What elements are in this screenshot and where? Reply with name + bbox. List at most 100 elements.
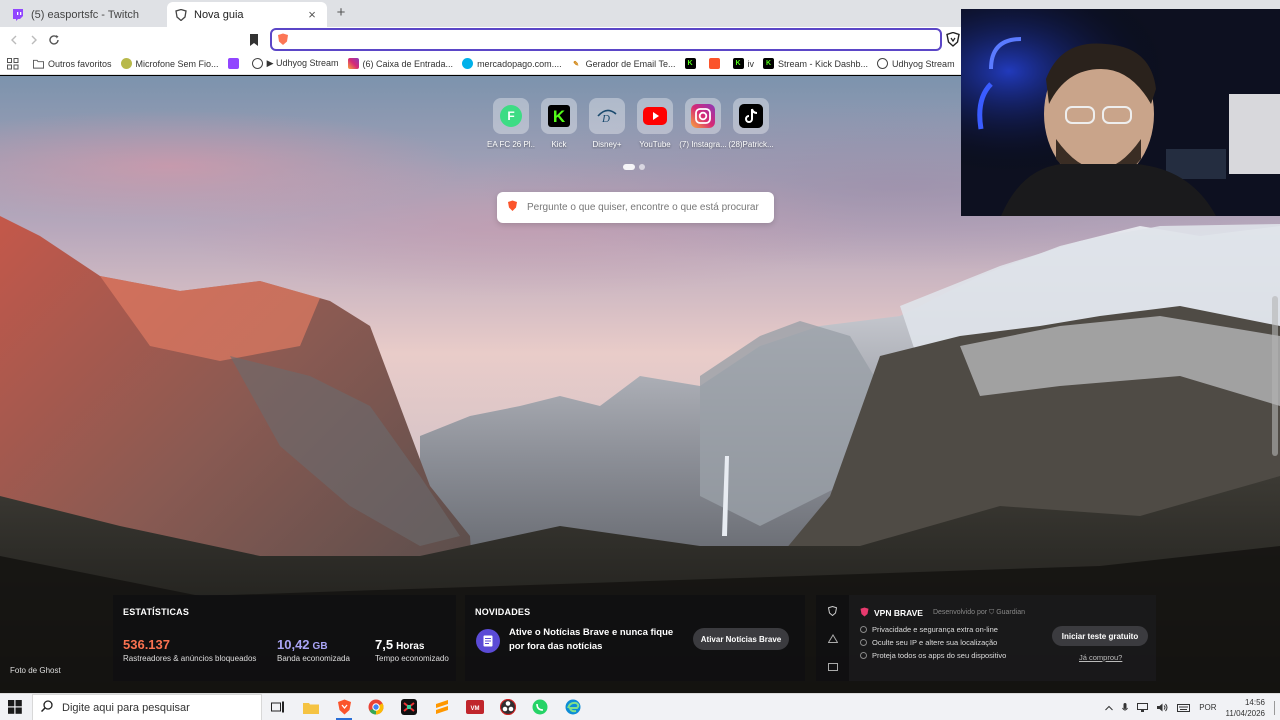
mercadopago-icon <box>462 58 474 69</box>
ntp-search-box[interactable]: Pergunte o que quiser, encontre o que es… <box>497 192 774 223</box>
top-sites-pagination[interactable] <box>623 164 649 170</box>
vpn-already-purchased-link[interactable]: Já comprou? <box>1079 653 1122 662</box>
bookmark-label: Microfone Sem Fio... <box>135 58 219 69</box>
kick-icon: K <box>732 58 744 69</box>
sublime-icon[interactable] <box>433 698 451 716</box>
stat-bandwidth-saved: 10,42 GB Banda economizada <box>277 637 350 663</box>
chrome-icon[interactable] <box>367 698 385 716</box>
photo-credit[interactable]: Foto de Ghost <box>10 666 61 675</box>
vpn-feature-text: Privacidade e segurança extra on-line <box>872 625 998 634</box>
bookmark-brave[interactable] <box>708 58 724 69</box>
bookmark-label: Udhyog Stream <box>892 58 955 69</box>
windows-taskbar: Digite aqui para pesquisar VM POR 14:56 <box>0 693 1280 720</box>
check-icon <box>860 626 867 633</box>
notifications-icon[interactable] <box>1274 700 1277 715</box>
kick-icon: K <box>763 58 774 69</box>
bookmark-kick-1[interactable]: K <box>684 58 700 69</box>
bookmark-icon[interactable] <box>246 32 262 48</box>
close-tab-icon[interactable]: × <box>305 7 319 22</box>
address-bar[interactable] <box>270 28 942 51</box>
bookmark-label: Gerador de Email Te... <box>585 58 676 69</box>
stat-label: Rastreadores & anúncios bloqueados <box>123 654 257 663</box>
volume-icon[interactable] <box>1157 703 1168 712</box>
vpn-widget: VPN BRAVE Desenvolvido por ⛉ Guardian Pr… <box>849 595 1156 681</box>
vpn-title: VPN BRAVE <box>874 608 923 618</box>
network-icon[interactable] <box>1137 703 1149 712</box>
disney-icon: D <box>589 98 625 134</box>
edge-icon[interactable] <box>564 698 582 716</box>
top-site-eafc[interactable]: F EA FC 26 Pl... <box>487 98 535 149</box>
pen-icon: ✎ <box>570 58 582 69</box>
vpn-provider: Guardian <box>996 609 1025 616</box>
youtube-icon <box>637 98 673 134</box>
clock-time: 14:56 <box>1244 697 1265 707</box>
bookmark-label: Outros favoritos <box>48 58 112 69</box>
stat-unit: Horas <box>396 641 425 652</box>
bookmark-twitch[interactable] <box>227 58 243 69</box>
tab-new-tab[interactable]: Nova guia × <box>167 2 327 27</box>
bookmark-kick-iv[interactable]: K iv <box>732 58 755 69</box>
bookmark-label: mercadopago.com.... <box>477 58 562 69</box>
reload-button[interactable] <box>46 32 62 48</box>
bookmark-microfone[interactable]: Microfone Sem Fio... <box>120 58 219 69</box>
task-view-icon[interactable] <box>269 698 287 716</box>
check-icon <box>860 639 867 646</box>
top-sites: F EA FC 26 Pl... K Kick D Disney+ YouTub… <box>487 98 775 149</box>
bookmark-udhyog-stream-2[interactable]: Udhyog Stream <box>877 58 955 69</box>
bookmark-mercadopago[interactable]: mercadopago.com.... <box>462 58 562 69</box>
taskbar-search-box[interactable]: Digite aqui para pesquisar <box>32 694 262 720</box>
vpn-trial-button[interactable]: Iniciar teste gratuito <box>1052 626 1148 646</box>
bookmark-kick-dashboard[interactable]: K Stream - Kick Dashb... <box>763 58 868 69</box>
new-tab-button[interactable]: + <box>333 5 349 21</box>
top-site-youtube[interactable]: YouTube <box>631 98 679 149</box>
file-explorer-icon[interactable] <box>302 698 320 716</box>
bookmark-label: iv <box>747 58 755 69</box>
top-site-label: (28)Patrick... <box>728 140 774 149</box>
tiktok-icon <box>733 98 769 134</box>
bookmark-caixa-entrada[interactable]: (6) Caixa de Entrada... <box>347 58 454 69</box>
bookmark-outros-favoritos[interactable]: Outros favoritos <box>33 58 112 69</box>
search-placeholder: Pergunte o que quiser, encontre o que es… <box>527 202 759 213</box>
mountain-icon[interactable] <box>827 633 838 644</box>
chevron-up-icon[interactable] <box>1105 705 1114 711</box>
stat-time-saved: 7,5 Horas Tempo economizado <box>375 637 449 663</box>
instagram-icon <box>347 58 359 69</box>
bookmark-udhyog-stream-1[interactable]: ▶ Udhyog Stream <box>251 58 339 69</box>
apps-grid-icon[interactable] <box>7 57 19 70</box>
top-site-kick[interactable]: K Kick <box>535 98 583 149</box>
brave-shields-icon[interactable] <box>946 31 960 50</box>
top-site-tiktok[interactable]: (28)Patrick... <box>727 98 775 149</box>
stat-value: 7,5 <box>375 637 394 652</box>
forward-button[interactable] <box>26 32 42 48</box>
enable-news-button[interactable]: Ativar Notícias Brave <box>693 628 789 650</box>
microphone-icon[interactable] <box>1122 702 1129 713</box>
vpn-shield-icon[interactable] <box>827 605 838 616</box>
brave-browser-icon[interactable] <box>335 698 353 720</box>
twitch-icon <box>12 8 24 21</box>
clock-date: 11/04/2026 <box>1225 708 1265 718</box>
top-site-label: (7) Instagra... <box>679 140 727 149</box>
keyboard-icon[interactable] <box>1177 703 1191 712</box>
back-button[interactable] <box>6 32 22 48</box>
voice-meeter-icon[interactable]: VM <box>466 698 484 716</box>
vpn-provider-label: Desenvolvido por ⛉ Guardian <box>932 609 1025 616</box>
clock[interactable]: 14:56 11/04/2026 <box>1226 697 1265 719</box>
stat-value: 536.137 <box>123 637 170 652</box>
top-site-instagram[interactable]: (7) Instagra... <box>679 98 727 149</box>
top-site-disney[interactable]: D Disney+ <box>583 98 631 149</box>
whatsapp-icon[interactable] <box>531 698 549 716</box>
kick-icon: K <box>684 58 696 69</box>
bookmark-gerador-email[interactable]: ✎ Gerador de Email Te... <box>570 58 676 69</box>
capcut-icon[interactable] <box>400 698 418 716</box>
bookmark-label: (6) Caixa de Entrada... <box>362 58 454 69</box>
card-icon[interactable] <box>827 661 838 672</box>
page-scrollbar[interactable] <box>1272 296 1278 456</box>
news-widget: NOVIDADES Ative o Notícias Brave e nunca… <box>465 595 805 681</box>
tab-title: Nova guia <box>194 8 244 21</box>
top-site-label: Disney+ <box>592 140 622 149</box>
obs-icon[interactable] <box>499 698 517 716</box>
tab-twitch[interactable]: (5) easportsfc - Twitch <box>4 2 164 27</box>
windows-start-icon[interactable] <box>8 700 22 717</box>
input-language[interactable]: POR <box>1199 703 1216 712</box>
news-text: Ative o Notícias Brave e nunca fique por… <box>509 627 674 652</box>
